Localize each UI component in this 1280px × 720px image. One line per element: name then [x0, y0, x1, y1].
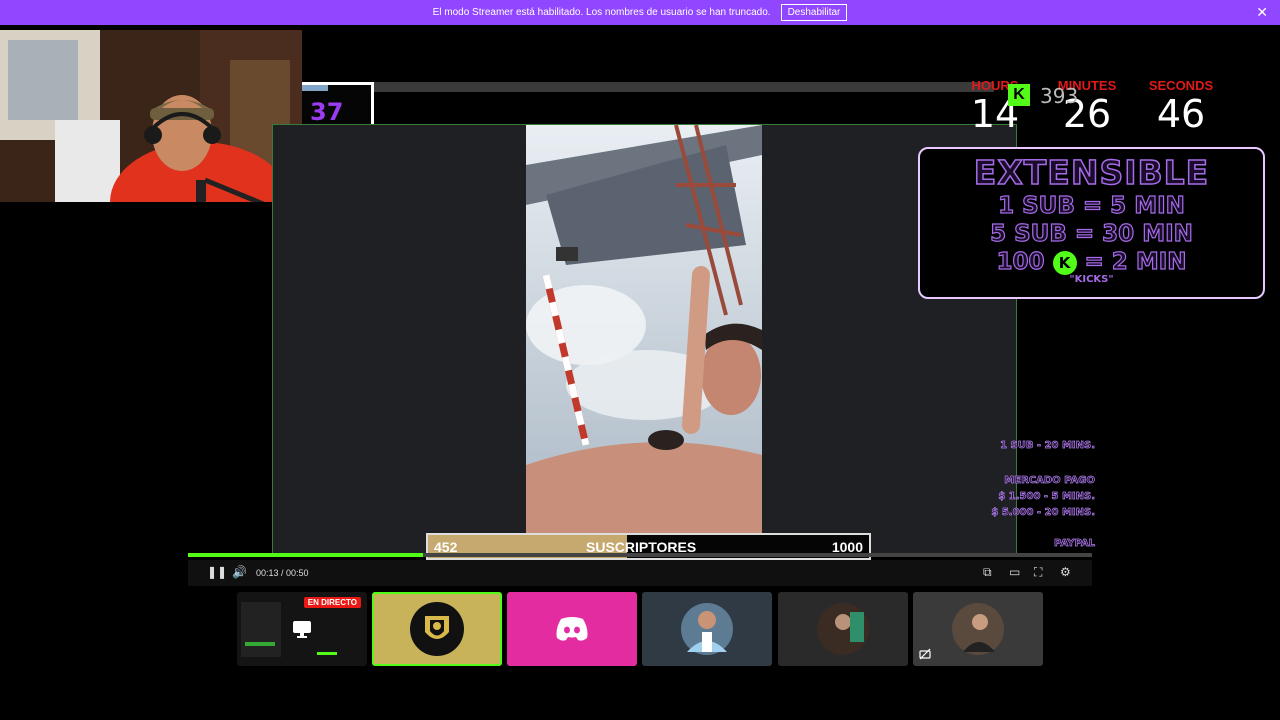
muted-video-icon [919, 648, 931, 660]
monitor-icon [293, 621, 311, 638]
thumbnail-player-photo[interactable] [642, 592, 772, 666]
theater-mode-icon[interactable]: ▭ [1009, 565, 1020, 579]
time-display: 00:13 / 00:50 [256, 568, 309, 578]
volume-icon[interactable]: 🔊 [232, 565, 247, 579]
streamer-mode-banner: El modo Streamer está habilitado. Los no… [0, 0, 1280, 25]
player-controls: ❚❚ 🔊 00:13 / 00:50 ⧉ ▭ ⛶ ⚙ [188, 560, 1092, 586]
live-badge: EN DIRECTO [303, 597, 361, 608]
kicks-note: "KICKS" [1069, 274, 1114, 285]
fullscreen-icon[interactable]: ⛶ [1034, 565, 1042, 580]
discord-icon [556, 617, 588, 641]
thumbnail-person-photo[interactable] [913, 592, 1043, 666]
promo-mercado-1: $ 1.500 - 5 MINS. [998, 491, 1095, 503]
kick-count: 393 [1040, 84, 1079, 108]
disable-streamer-mode-button[interactable]: Deshabilitar [780, 4, 848, 21]
promo-mercado-title: MERCADO PAGO [1004, 475, 1095, 487]
extensible-line-2: 5 SUB = 30 MIN [990, 220, 1194, 247]
video-clip[interactable] [526, 125, 762, 555]
avatar [952, 603, 1004, 655]
seek-bar[interactable] [188, 553, 1092, 557]
promo-paypal-title: PAYPAL [1054, 538, 1096, 550]
seconds-value: 46 [1156, 92, 1206, 136]
promo-mercado-2: $ 5.000 - 20 MINS. [991, 507, 1095, 519]
thumbnail-room-photo[interactable] [778, 592, 908, 666]
countdown-timer: HOURS 14 MINUTES 26 SECONDS 46 [950, 78, 1220, 140]
webcam-feed [0, 30, 302, 202]
shield-logo-icon [410, 602, 464, 656]
sub-box-count: 37 [310, 98, 344, 126]
thumbnail-discord[interactable] [507, 592, 637, 666]
thumbnail-team-logo[interactable] [372, 592, 502, 666]
settings-icon[interactable]: ⚙ [1060, 565, 1071, 579]
banner-message: El modo Streamer está habilitado. Los no… [432, 7, 771, 18]
overlay-top-line [374, 82, 994, 92]
video-clip-image [526, 125, 762, 555]
extensible-panel: EXTENSIBLE 1 SUB = 5 MIN 5 SUB = 30 MIN … [918, 147, 1265, 299]
timer-seconds: SECONDS 46 [1136, 78, 1226, 135]
avatar [817, 603, 869, 655]
extensible-line-1: 1 SUB = 5 MIN [998, 192, 1186, 219]
kicks-amount: 100 [996, 248, 1045, 275]
avatar [681, 603, 733, 655]
close-icon[interactable]: ✕ [1256, 4, 1268, 21]
pip-icon[interactable]: ⧉ [983, 565, 992, 580]
stream-viewer: El modo Streamer está habilitado. Los no… [0, 0, 1280, 720]
kick-logo-icon: K [1008, 84, 1030, 106]
kick-coin-icon: K [1052, 250, 1077, 275]
sub-box-top-bar [302, 85, 328, 91]
kicks-reward: = 2 MIN [1084, 248, 1187, 275]
seconds-label: SECONDS [1148, 78, 1214, 93]
webcam-image [0, 30, 302, 202]
pause-icon[interactable]: ❚❚ [207, 565, 227, 579]
promo-sub-rate: 1 SUB - 20 MINS. [1000, 440, 1096, 452]
seek-bar-progress [188, 553, 424, 557]
extensible-title: EXTENSIBLE [973, 152, 1210, 193]
extensible-line-3: 100 K = 2 MIN [920, 248, 1263, 276]
thumbnail-screen-share[interactable]: EN DIRECTO [237, 592, 367, 666]
